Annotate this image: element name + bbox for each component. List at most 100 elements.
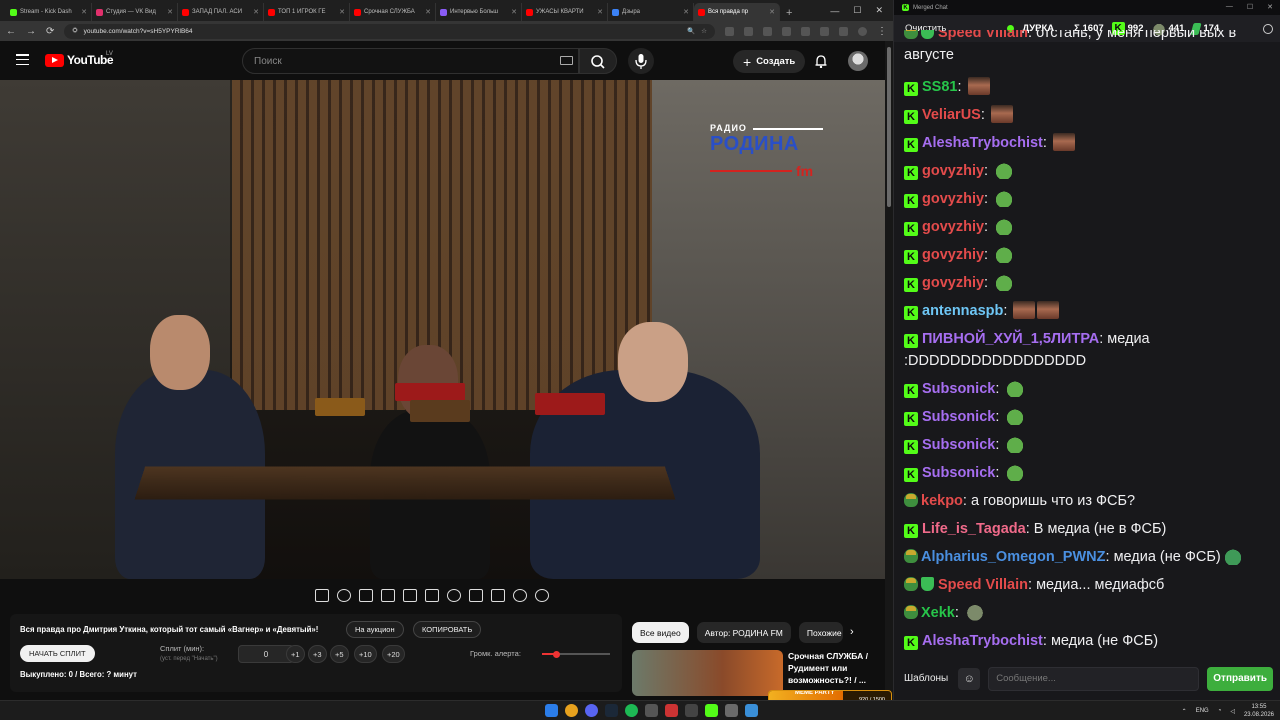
minimize-icon[interactable]: — <box>830 6 839 16</box>
chat-message-input[interactable] <box>988 666 1200 691</box>
chat-username[interactable]: Xekk <box>921 605 955 621</box>
create-button[interactable]: + Создать <box>733 50 806 73</box>
chip-author[interactable]: Автор: РОДИНА FM <box>696 622 791 643</box>
close-icon[interactable]: ✕ <box>875 5 883 16</box>
chevron-right-icon[interactable]: › <box>850 626 854 638</box>
film-strip-icon[interactable] <box>425 588 439 602</box>
chat-username[interactable]: Subsonick <box>922 409 995 425</box>
profile-icon[interactable] <box>858 26 867 36</box>
chip-similar[interactable]: Похожие <box>798 622 843 643</box>
app-icon[interactable] <box>665 704 678 717</box>
add-5-button[interactable]: +5 <box>330 645 349 663</box>
tab-close-icon[interactable]: ✕ <box>769 8 775 16</box>
tab-close-icon[interactable]: ✕ <box>339 8 345 16</box>
close-icon[interactable]: ✕ <box>1267 3 1273 11</box>
chat-username[interactable]: Speed Villain <box>938 30 1028 41</box>
send-button[interactable]: Отправить <box>1207 666 1273 691</box>
obs-icon[interactable] <box>685 704 698 717</box>
tab-close-icon[interactable]: ✕ <box>167 8 173 16</box>
loop-icon[interactable] <box>315 588 329 602</box>
extension-icon[interactable] <box>782 26 791 36</box>
chat-username[interactable]: SS81 <box>922 79 957 95</box>
browser-tab[interactable]: ТОП 1 ИГРОК ГЕ ✕ <box>264 3 350 21</box>
chat-username[interactable]: ПИВНОЙ_ХУЙ_1,5ЛИТРА <box>922 331 1099 347</box>
chat-username[interactable]: govyzhiy <box>922 275 984 291</box>
pip-icon[interactable] <box>403 588 417 602</box>
new-tab-button[interactable]: + <box>780 7 798 21</box>
chat-username[interactable]: Subsonick <box>922 465 995 481</box>
maximize-icon[interactable]: ☐ <box>853 5 861 16</box>
notifications-bell-icon[interactable] <box>814 54 828 68</box>
chat-username[interactable]: kekpo <box>921 493 963 509</box>
app-icon[interactable] <box>725 704 738 717</box>
chat-username[interactable]: govyzhiy <box>922 163 984 179</box>
extension-icon[interactable] <box>820 26 829 36</box>
page-scrollbar[interactable] <box>885 41 893 700</box>
steam-icon[interactable] <box>605 704 618 717</box>
gear-icon[interactable] <box>535 588 549 602</box>
flask-icon[interactable] <box>513 588 527 602</box>
browser-tab[interactable]: Интервью Больш ✕ <box>436 3 522 21</box>
scrollbar-thumb[interactable] <box>887 47 891 207</box>
wifi-icon[interactable]: ◔ <box>1218 708 1222 714</box>
chat-username[interactable]: Speed Villain <box>938 577 1028 593</box>
extension-icon[interactable] <box>801 26 810 36</box>
add-20-button[interactable]: +20 <box>382 645 405 663</box>
minimize-icon[interactable]: — <box>1226 3 1233 11</box>
avatar[interactable] <box>848 51 868 71</box>
extension-icon[interactable] <box>725 26 734 36</box>
chat-username[interactable]: antennaspb <box>922 303 1003 319</box>
clock[interactable]: 13:55 23.08.2026 <box>1244 703 1274 719</box>
extension-icon[interactable] <box>744 26 753 36</box>
browser-tab[interactable]: Вся правда пр ✕ <box>694 3 780 21</box>
chat-username[interactable]: Subsonick <box>922 381 995 397</box>
chat-username[interactable]: VeliarUS <box>922 107 981 123</box>
forward-icon[interactable]: → <box>26 26 36 37</box>
kick-app-icon[interactable] <box>705 704 718 717</box>
extension-icon[interactable] <box>763 26 772 36</box>
search-button[interactable] <box>579 48 617 74</box>
recommended-video-thumbnail[interactable] <box>632 650 783 696</box>
youtube-logo[interactable]: YouTube <box>45 53 114 67</box>
maximize-icon[interactable]: ☐ <box>1247 3 1253 11</box>
camera-icon[interactable] <box>491 588 505 602</box>
clapper-icon[interactable] <box>381 588 395 602</box>
tab-close-icon[interactable]: ✕ <box>511 8 517 16</box>
browser-tab[interactable]: УЖАСЫ КВАРТИ ✕ <box>522 3 608 21</box>
browser-tab[interactable]: Срочная СЛУЖБА ✕ <box>350 3 436 21</box>
copy-button[interactable]: КОПИРОВАТЬ <box>413 621 482 638</box>
volume-icon[interactable]: ◁ <box>1230 708 1235 715</box>
browser-menu-icon[interactable]: ⋮ <box>877 26 887 37</box>
add-10-button[interactable]: +10 <box>354 645 377 663</box>
tab-close-icon[interactable]: ✕ <box>597 8 603 16</box>
chat-username[interactable]: govyzhiy <box>922 247 984 263</box>
playlist-icon[interactable] <box>359 588 373 602</box>
download-icon[interactable] <box>839 26 848 36</box>
start-split-button[interactable]: НАЧАТЬ СПЛИТ <box>20 645 95 662</box>
tab-close-icon[interactable]: ✕ <box>683 8 689 16</box>
browser-tab[interactable]: Студия — VK Вид ✕ <box>92 3 178 21</box>
chat-username[interactable]: AleshaTrybochist <box>922 633 1043 649</box>
reload-icon[interactable]: ⟳ <box>46 26 54 37</box>
spotify-icon[interactable] <box>625 704 638 717</box>
keyboard-icon[interactable] <box>560 56 573 65</box>
browser-tab[interactable]: Stream - Kick Dash ✕ <box>6 3 92 21</box>
discord-icon[interactable] <box>585 704 598 717</box>
add-1-button[interactable]: +1 <box>286 645 305 663</box>
browser-tab[interactable]: ЗАПАД ПАЛ. АСИ ✕ <box>178 3 264 21</box>
broadcast-icon[interactable] <box>337 588 351 602</box>
chip-all-videos[interactable]: Все видео <box>632 622 689 643</box>
alert-volume-handle[interactable] <box>552 650 560 658</box>
templates-button[interactable]: Шаблоны <box>902 673 950 684</box>
add-icon[interactable] <box>469 588 483 602</box>
url-field[interactable]: ⛭ youtube.com/watch?v=sH5YPYRlB64 🔍 ☆ <box>64 23 715 39</box>
emoji-picker-icon[interactable]: ☺ <box>958 667 981 690</box>
tray-chevron-icon[interactable]: ⌃ <box>1182 708 1187 715</box>
zoom-icon[interactable]: 🔍 <box>687 27 695 35</box>
chat-username[interactable]: Life_is_Tagada <box>922 521 1026 537</box>
tab-close-icon[interactable]: ✕ <box>425 8 431 16</box>
alert-volume-slider[interactable] <box>542 650 610 658</box>
chat-username[interactable]: govyzhiy <box>922 219 984 235</box>
search-input[interactable]: Поиск <box>242 48 579 74</box>
voice-search-button[interactable] <box>628 48 654 74</box>
